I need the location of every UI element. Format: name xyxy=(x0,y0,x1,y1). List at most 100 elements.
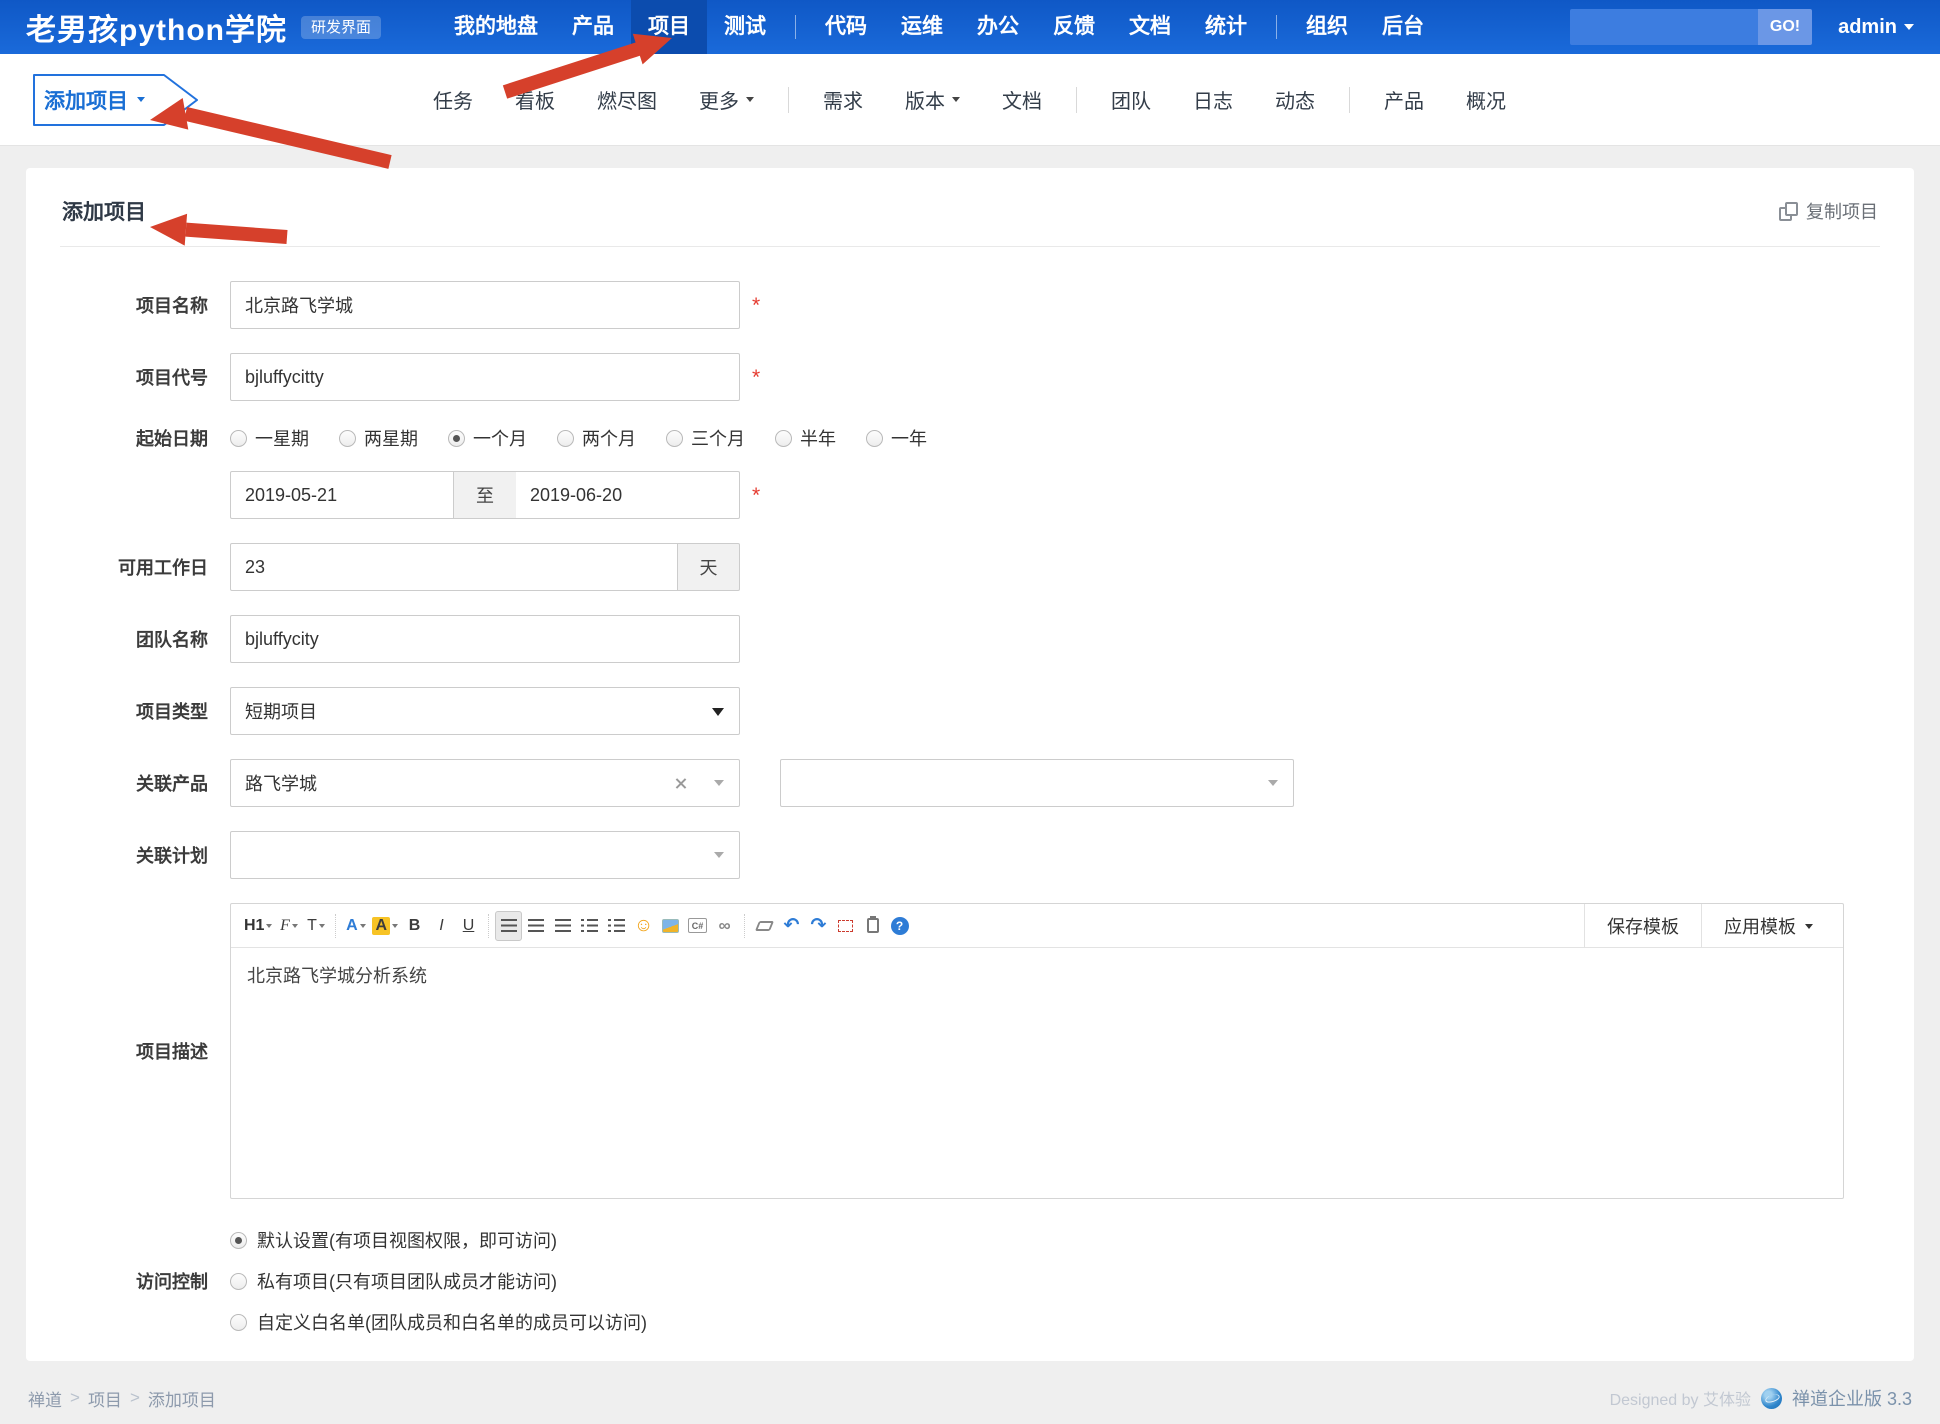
field-label-plan: 关联计划 xyxy=(60,842,230,868)
ordered-list-icon[interactable] xyxy=(576,911,603,941)
date-range-group: 至 xyxy=(230,471,740,519)
radio-icon[interactable] xyxy=(230,430,247,447)
tab-dynamic[interactable]: 动态 xyxy=(1254,85,1336,114)
unordered-list-icon[interactable] xyxy=(603,911,630,941)
underline-icon[interactable]: U xyxy=(455,911,482,941)
workdays-input[interactable] xyxy=(230,543,678,591)
fullscreen-icon[interactable] xyxy=(832,911,859,941)
radio-half-year[interactable]: 半年 xyxy=(775,425,836,451)
breadcrumb-home[interactable]: 禅道 xyxy=(28,1386,62,1411)
acl-default-option[interactable]: 默认设置(有项目视图权限，即可访问) xyxy=(230,1227,647,1253)
linked-plan-select[interactable] xyxy=(230,831,740,879)
field-label-code: 项目代号 xyxy=(60,364,230,390)
nav-feedback[interactable]: 反馈 xyxy=(1036,0,1112,54)
chevron-down-icon xyxy=(952,97,960,102)
radio-two-weeks[interactable]: 两星期 xyxy=(339,425,418,451)
tab-burndown[interactable]: 燃尽图 xyxy=(576,85,678,114)
clear-icon[interactable] xyxy=(674,777,687,790)
nav-project[interactable]: 项目 xyxy=(631,0,707,54)
linked-product-select-2[interactable] xyxy=(780,759,1294,807)
tab-doc[interactable]: 文档 xyxy=(981,85,1063,114)
apply-template-button[interactable]: 应用模板 xyxy=(1701,904,1835,948)
redo-icon[interactable]: ↷ xyxy=(805,911,832,941)
tab-kanban[interactable]: 看板 xyxy=(494,85,576,114)
undo-icon[interactable]: ↶ xyxy=(778,911,805,941)
search-input[interactable] xyxy=(1570,9,1758,45)
font-family-icon[interactable]: F xyxy=(275,911,302,941)
add-project-button[interactable]: 添加项目 xyxy=(26,71,202,129)
tab-more[interactable]: 更多 xyxy=(678,85,775,114)
radio-three-months[interactable]: 三个月 xyxy=(666,425,745,451)
insert-link-icon[interactable]: ∞ xyxy=(711,911,738,941)
radio-icon-checked[interactable] xyxy=(230,1232,247,1249)
copy-project-link[interactable]: 复制项目 xyxy=(1779,198,1878,224)
acl-private-option[interactable]: 私有项目(只有项目团队成员才能访问) xyxy=(230,1268,647,1294)
italic-icon[interactable]: I xyxy=(428,911,455,941)
project-type-select[interactable]: 短期项目 xyxy=(230,687,740,735)
radio-icon[interactable] xyxy=(666,430,683,447)
radio-one-month[interactable]: 一个月 xyxy=(448,425,527,451)
workdays-group: 天 xyxy=(230,543,740,591)
end-date-input[interactable] xyxy=(516,471,740,519)
radio-one-year[interactable]: 一年 xyxy=(866,425,927,451)
nav-doc[interactable]: 文档 xyxy=(1112,0,1188,54)
nav-stats[interactable]: 统计 xyxy=(1188,0,1264,54)
tab-overview[interactable]: 概况 xyxy=(1445,85,1527,114)
help-icon[interactable]: ? xyxy=(886,911,913,941)
acl-whitelist-option[interactable]: 自定义白名单(团队成员和白名单的成员可以访问) xyxy=(230,1309,647,1335)
tab-team[interactable]: 团队 xyxy=(1090,85,1172,114)
font-size-icon[interactable]: T xyxy=(302,911,329,941)
project-name-input[interactable] xyxy=(230,281,740,329)
radio-icon[interactable] xyxy=(339,430,356,447)
description-textarea[interactable]: 北京路飞学城分析系统 xyxy=(231,948,1843,1198)
tab-product[interactable]: 产品 xyxy=(1363,85,1445,114)
app-logo[interactable]: 老男孩python学院 xyxy=(26,5,287,49)
top-menu: 我的地盘 产品 项目 测试 代码 运维 办公 反馈 文档 统计 组织 后台 xyxy=(437,0,1441,54)
radio-icon[interactable] xyxy=(230,1273,247,1290)
highlight-color-icon[interactable]: A xyxy=(369,911,401,941)
nav-ops[interactable]: 运维 xyxy=(884,0,960,54)
save-template-button[interactable]: 保存模板 xyxy=(1584,904,1701,948)
align-center-icon[interactable] xyxy=(522,911,549,941)
paste-icon[interactable] xyxy=(859,911,886,941)
radio-icon-checked[interactable] xyxy=(448,430,465,447)
tab-build[interactable]: 版本 xyxy=(884,85,981,114)
code-block-icon[interactable]: C# xyxy=(684,911,711,941)
field-label-team: 团队名称 xyxy=(60,626,230,652)
project-code-input[interactable] xyxy=(230,353,740,401)
radio-icon[interactable] xyxy=(230,1314,247,1331)
nav-admin-backend[interactable]: 后台 xyxy=(1365,0,1441,54)
breadcrumb-project[interactable]: 项目 xyxy=(88,1386,122,1411)
insert-image-icon[interactable] xyxy=(657,911,684,941)
nav-test[interactable]: 测试 xyxy=(707,0,783,54)
nav-product[interactable]: 产品 xyxy=(555,0,631,54)
eraser-icon[interactable] xyxy=(751,911,778,941)
nav-office[interactable]: 办公 xyxy=(960,0,1036,54)
nav-organization[interactable]: 组织 xyxy=(1289,0,1365,54)
page-title: 添加项目 xyxy=(62,196,146,226)
linked-product-select[interactable]: 路飞学城 xyxy=(230,759,740,807)
begin-date-input[interactable] xyxy=(230,471,454,519)
radio-two-months[interactable]: 两个月 xyxy=(557,425,636,451)
align-left-icon[interactable] xyxy=(495,911,522,941)
bold-icon[interactable]: B xyxy=(401,911,428,941)
nav-code[interactable]: 代码 xyxy=(808,0,884,54)
emoji-icon[interactable]: ☺ xyxy=(630,911,657,941)
brand-version-text: 禅道企业版 3.3 xyxy=(1792,1385,1912,1411)
tab-log[interactable]: 日志 xyxy=(1172,85,1254,114)
go-button[interactable]: GO! xyxy=(1758,9,1812,45)
secondary-navbar: 添加项目 任务 看板 燃尽图 更多 需求 版本 文档 团队 日志 动态 产品 概… xyxy=(0,54,1940,146)
align-right-icon[interactable] xyxy=(549,911,576,941)
radio-icon[interactable] xyxy=(775,430,792,447)
heading-icon[interactable]: H1 xyxy=(241,911,275,941)
nav-my-dashboard[interactable]: 我的地盘 xyxy=(437,0,555,54)
team-name-input[interactable] xyxy=(230,615,740,663)
user-menu[interactable]: admin xyxy=(1838,16,1914,39)
radio-icon[interactable] xyxy=(866,430,883,447)
font-color-icon[interactable]: A xyxy=(342,911,369,941)
radio-icon[interactable] xyxy=(557,430,574,447)
required-mark: * xyxy=(752,485,760,506)
radio-one-week[interactable]: 一星期 xyxy=(230,425,309,451)
tab-story[interactable]: 需求 xyxy=(802,85,884,114)
tab-task[interactable]: 任务 xyxy=(412,85,494,114)
